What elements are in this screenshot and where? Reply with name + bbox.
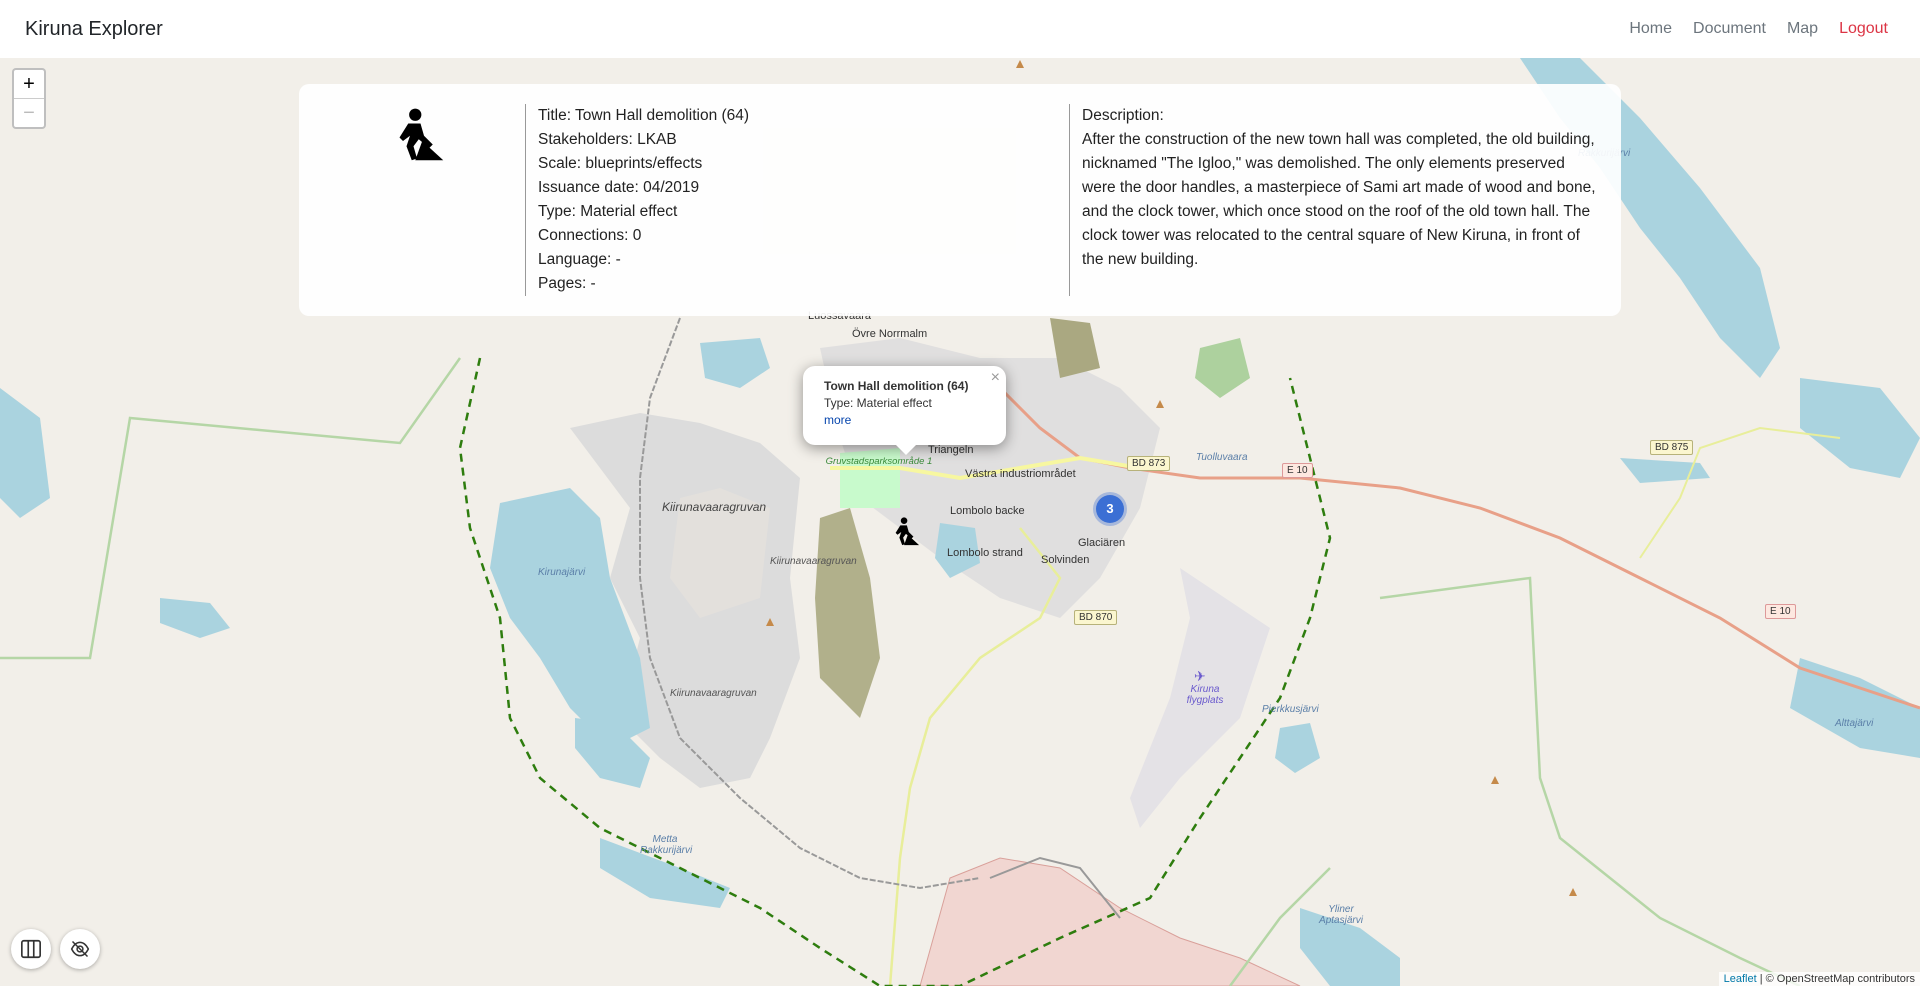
zoom-out-button[interactable]: − <box>14 98 44 127</box>
document-info-card: Title: Town Hall demolition (64) Stakeho… <box>299 84 1621 316</box>
popup-more-link[interactable]: more <box>824 413 851 427</box>
map-label-solvinden: Solvinden <box>1041 554 1090 566</box>
map-label-yliner-aptasjarvi: Yliner Aptasjärvi <box>1319 904 1363 926</box>
document-marker[interactable] <box>890 516 920 546</box>
map-label-alttajarvi: Alttajärvi <box>1835 718 1874 729</box>
airport-icon: ✈ <box>1194 668 1206 684</box>
map-label-kiruna-flygplats: Kiruna flygplats <box>1186 684 1224 706</box>
map-label-lombolo-backe: Lombolo backe <box>950 505 1025 517</box>
map-label-triangeln: Triangeln <box>928 444 974 456</box>
road-shield-e10: E 10 <box>1282 463 1313 478</box>
osm-attribution: | © OpenStreetMap contributors <box>1759 973 1915 985</box>
eye-slash-icon <box>70 940 90 958</box>
brand-title[interactable]: Kiruna Explorer <box>25 18 163 41</box>
road-shield-bd875: BD 875 <box>1650 440 1694 455</box>
construction-worker-icon <box>895 517 920 546</box>
logout-link[interactable]: Logout <box>1839 20 1888 38</box>
columns-icon <box>21 939 41 959</box>
map-attribution: Leaflet | © OpenStreetMap contributors <box>1718 972 1920 986</box>
map-label-kirunajarvi: Kirunajärvi <box>538 567 586 578</box>
map-label-tuolluvaara: Tuolluvaara <box>1196 452 1248 463</box>
map-label-kiirunavaaragruvan-3: Kiirunavaaragruvan <box>670 688 757 699</box>
document-fields: Title: Town Hall demolition (64) Stakeho… <box>538 104 749 296</box>
card-divider-right <box>1069 104 1070 296</box>
construction-worker-icon <box>399 108 444 161</box>
field-issuance-date: Issuance date: 04/2019 <box>538 179 700 196</box>
map-label-glaciaren: Glaciären <box>1078 537 1126 549</box>
marker-popup: × Town Hall demolition (64) Type: Materi… <box>803 366 1006 455</box>
document-description: Description: After the construction of t… <box>1082 104 1602 272</box>
map-label-metta-rakkurijarvi: Metta Rakkurijärvi <box>640 834 693 856</box>
toggle-visibility-button[interactable] <box>60 929 100 969</box>
field-stakeholders: Stakeholders: LKAB <box>538 131 677 148</box>
popup-title: Town Hall demolition (64) <box>824 379 969 393</box>
field-pages: Pages: - <box>538 275 596 292</box>
popup-close-button[interactable]: × <box>991 369 1000 386</box>
zoom-in-button[interactable]: + <box>14 70 44 98</box>
description-text: After the construction of the new town h… <box>1082 131 1596 268</box>
nav-home-link[interactable]: Home <box>1629 20 1672 38</box>
top-navbar: Kiruna Explorer Home Document Map Logout <box>0 0 1920 58</box>
road-shield-bd870: BD 870 <box>1074 610 1118 625</box>
nav-map-link[interactable]: Map <box>1787 20 1818 38</box>
leaflet-link[interactable]: Leaflet <box>1724 973 1757 985</box>
field-scale: Scale: blueprints/effects <box>538 155 703 172</box>
toggle-panel-button[interactable] <box>11 929 51 969</box>
road-shield-bd873: BD 873 <box>1127 456 1171 471</box>
field-language: Language: - <box>538 251 621 268</box>
map-label-kiirunavaaragruvan: Kiirunavaaragruvan <box>662 500 767 514</box>
marker-cluster[interactable]: 3 <box>1096 495 1124 523</box>
map-label-vastra-industriomradet: Västra industriområdet <box>965 468 1076 480</box>
field-title: Title: Town Hall demolition (64) <box>538 107 750 124</box>
nav-links: Home Document Map Logout <box>1629 20 1888 38</box>
map-label-lombolo-strand: Lombolo strand <box>947 547 1023 559</box>
road-shield-e10-east: E 10 <box>1765 604 1796 619</box>
field-connections: Connections: 0 <box>538 227 642 244</box>
map-label-ovre-norrmalm: Övre Norrmalm <box>852 328 928 340</box>
card-divider-left <box>525 104 526 296</box>
map-label-pierkkusjarvi: Pierkkusjärvi <box>1262 704 1319 715</box>
nav-document-link[interactable]: Document <box>1693 20 1766 38</box>
field-type: Type: Material effect <box>538 203 678 220</box>
description-label: Description: <box>1082 107 1164 124</box>
zoom-control: + − <box>12 68 46 129</box>
popup-type: Type: Material effect <box>824 396 932 410</box>
map-label-gruvstadsparken: Gruvstadsparksområde 1 <box>825 456 933 467</box>
map-label-kiirunavaaragruvan-2: Kiirunavaaragruvan <box>770 556 857 567</box>
